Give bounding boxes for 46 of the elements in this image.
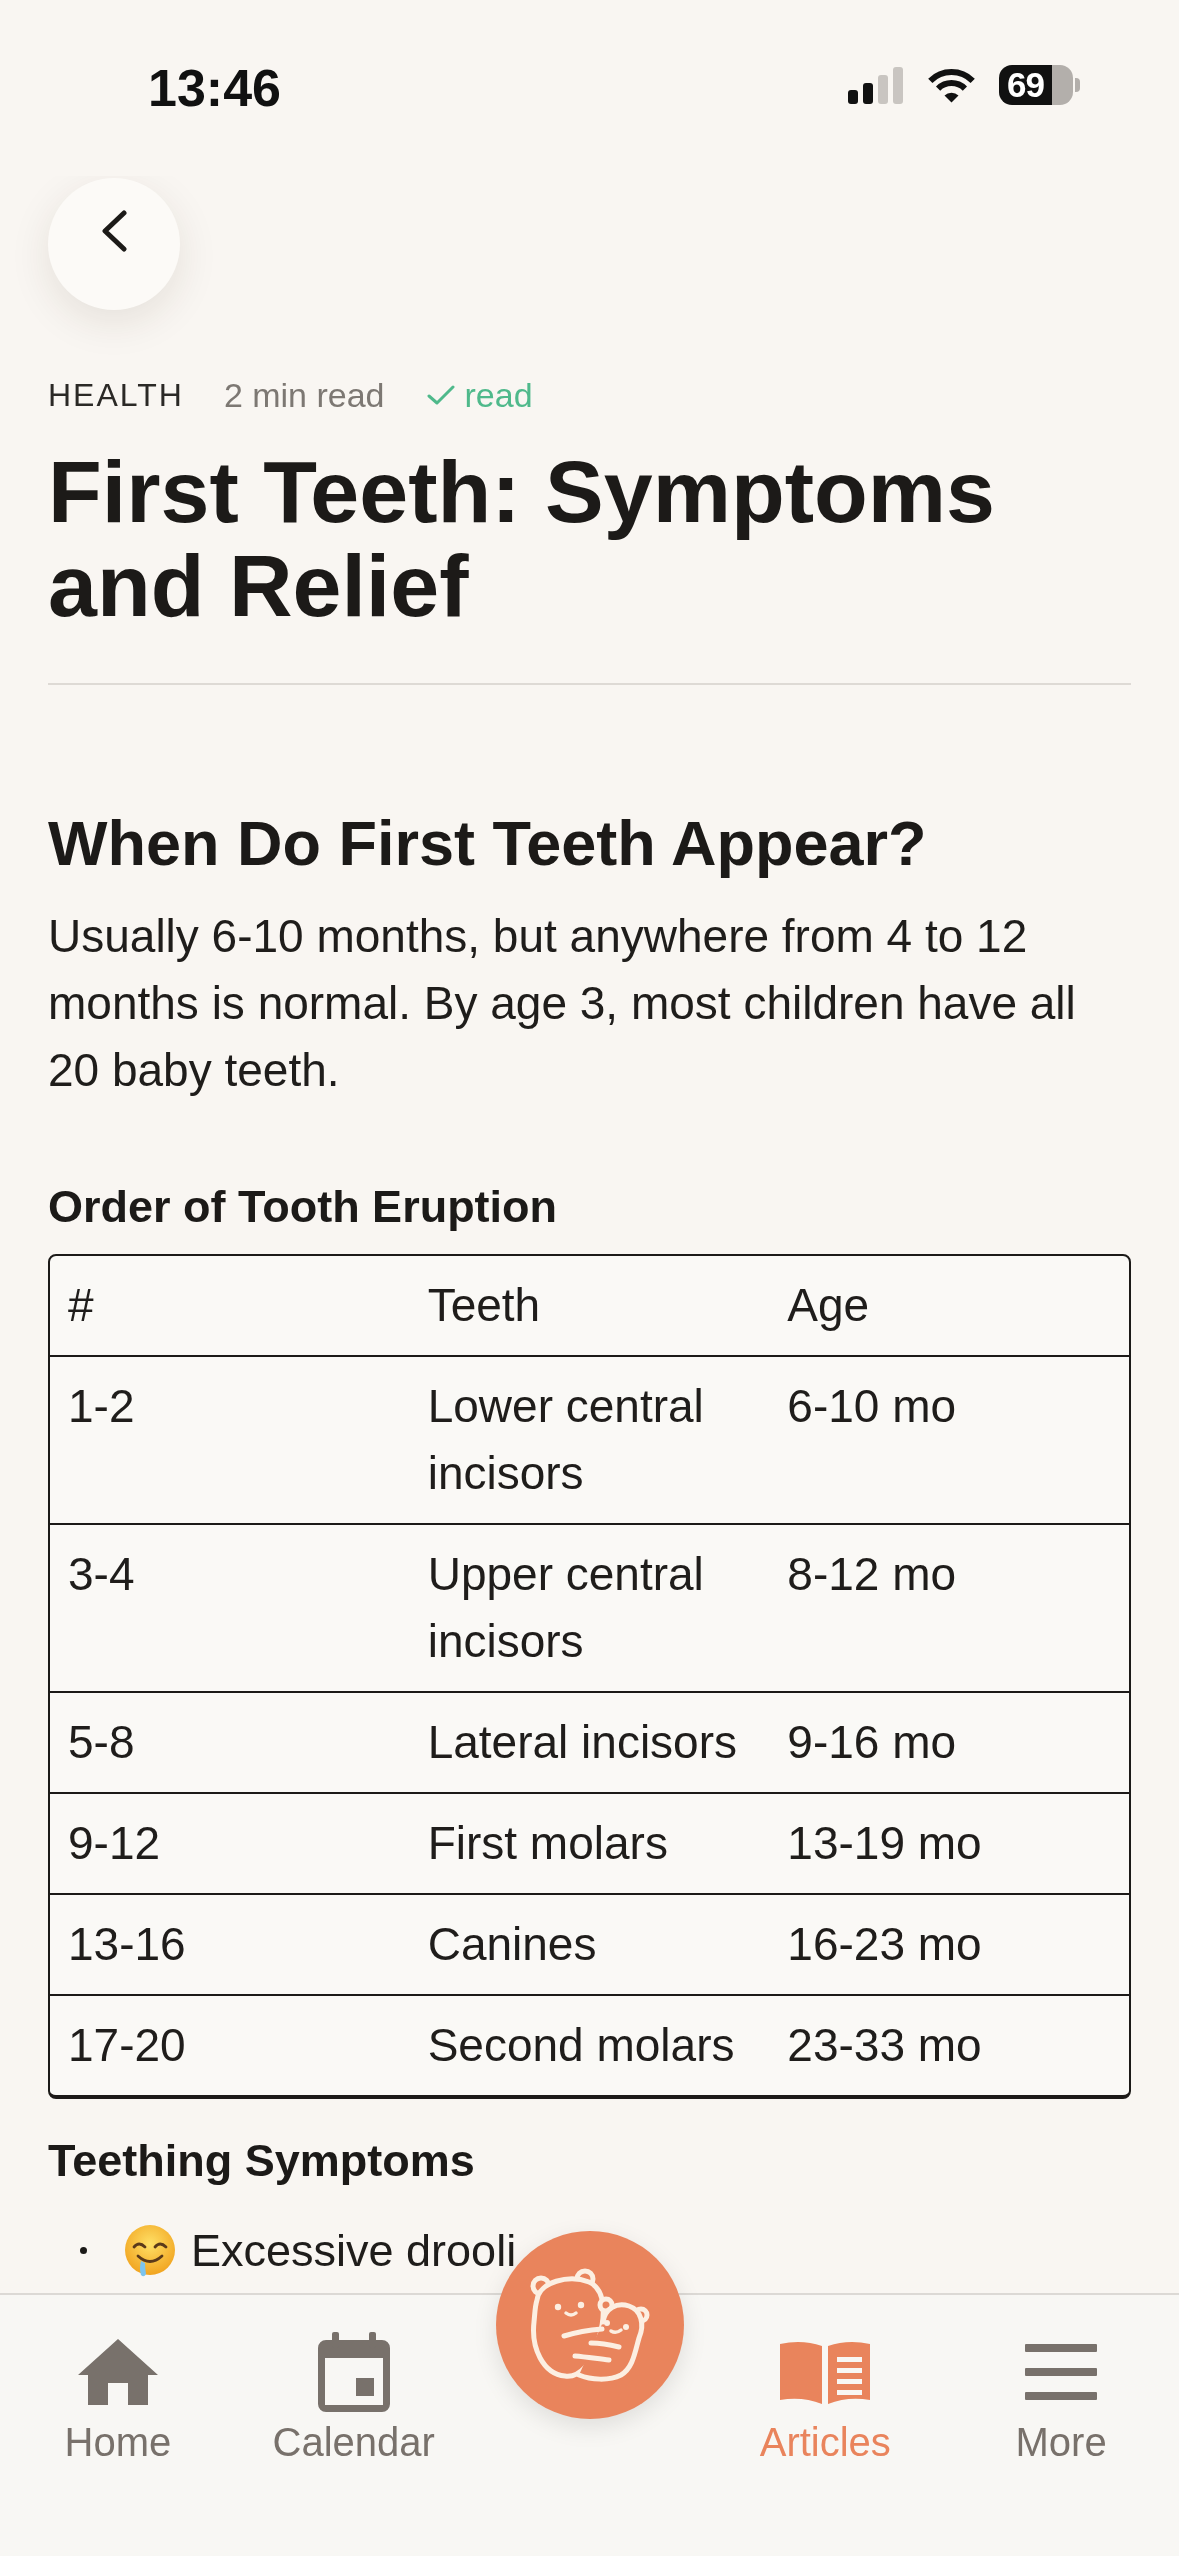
menu-icon — [1025, 2344, 1098, 2400]
table-cell-text: 9-16 mo — [786, 1715, 958, 1770]
table-cell-text: 17-20 — [67, 2018, 187, 2073]
read-time: 2 min read — [223, 375, 385, 415]
list-item-text: Excessive drooli — [191, 2224, 517, 2277]
table-cell-text: 3-4 — [67, 1547, 136, 1602]
read-status: read — [464, 375, 533, 415]
subsection-heading: Teething Symptoms — [48, 2134, 476, 2188]
wifi-icon — [926, 66, 977, 104]
table-cell-text: 16-23 mo — [786, 1917, 983, 1972]
table-cell-text: 6-10 mo — [786, 1379, 958, 1434]
category-label: HEALTH — [48, 376, 184, 415]
section-heading: When Do First Teeth Appear? — [48, 807, 928, 879]
home-icon — [77, 2339, 158, 2405]
table-cell-text: Canines — [426, 1917, 598, 1972]
tab-item[interactable]: Home — [64, 2332, 172, 2466]
bullet-icon — [80, 2247, 87, 2254]
tab-item[interactable]: Articles — [759, 2332, 891, 2466]
table-cell-text: Second molars — [426, 2018, 736, 2073]
column-header: Teeth — [426, 1278, 542, 1333]
chevron-left-icon — [100, 210, 128, 252]
subsection-heading: Order of Tooth Eruption — [48, 1180, 559, 1234]
table-cell-text: 13-19 mo — [786, 1816, 983, 1871]
status-time: 13:46 — [148, 58, 281, 118]
table-cell-text: 9-12 — [67, 1816, 162, 1871]
table-cell-text: Lateral incisors — [426, 1715, 738, 1770]
column-header: Age — [786, 1278, 871, 1333]
table-cell-text: 1-2 — [67, 1379, 136, 1434]
article-title: First Teeth: Symptoms and Relief — [48, 445, 996, 633]
table-cell-text: Upper central incisors — [426, 1547, 705, 1669]
open-book-icon — [780, 2340, 871, 2404]
body-paragraph: Usually 6-10 months, but anywhere from 4 to 12 months is normal. By age 3, most children have all 20 baby teeth. — [48, 909, 1077, 1098]
table-cell-text: First molars — [426, 1816, 669, 1871]
tab-item[interactable]: More — [1015, 2332, 1107, 2466]
hugging-bears-icon — [528, 2268, 651, 2382]
tab-item[interactable]: Calendar — [272, 2332, 435, 2466]
battery-indicator: 69 — [999, 65, 1080, 105]
signal-icon — [848, 66, 904, 104]
table-cell-text: 23-33 mo — [786, 2018, 983, 2073]
table-cell-text: 8-12 mo — [786, 1547, 958, 1602]
table-cell-text: 13-16 — [67, 1917, 187, 1972]
drooling-face-icon — [123, 2223, 177, 2278]
table-cell-text: 5-8 — [67, 1715, 136, 1770]
column-header: # — [67, 1278, 95, 1333]
table-cell-text: Lower central incisors — [426, 1379, 705, 1501]
calendar-icon — [317, 2332, 390, 2412]
